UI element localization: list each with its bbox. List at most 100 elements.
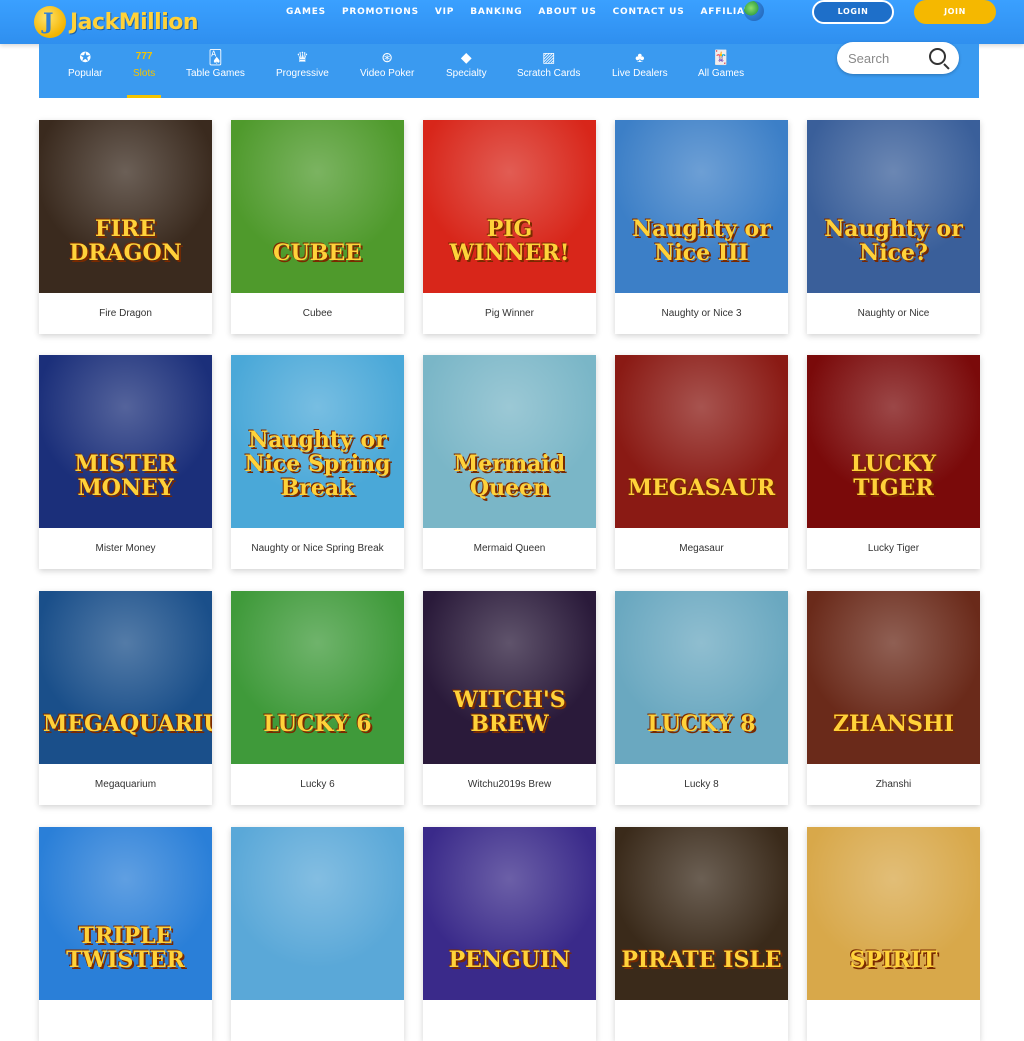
game-tile[interactable]: Naughty or Nice Spring Break Naughty or N… xyxy=(231,355,404,569)
game-thumbnail[interactable]: PIRATE ISLE xyxy=(615,827,788,1000)
game-art-title: LUCKY 6 xyxy=(263,711,372,737)
join-button[interactable]: JOIN xyxy=(914,0,996,24)
game-tile[interactable]: SPIRIT xyxy=(807,827,980,1041)
nav-banking[interactable]: BANKING xyxy=(470,7,522,17)
logo-icon xyxy=(34,6,66,38)
game-name[interactable]: Lucky 8 xyxy=(615,764,788,805)
category-specialty[interactable]: ◆ Specialty xyxy=(446,44,487,98)
category-all-games[interactable]: 🃏 All Games xyxy=(698,44,744,98)
game-name[interactable]: Naughty or Nice xyxy=(807,293,980,334)
game-tile[interactable]: PIRATE ISLE xyxy=(615,827,788,1041)
game-name[interactable]: Mister Money xyxy=(39,528,212,569)
game-thumbnail[interactable]: PENGUIN xyxy=(423,827,596,1000)
game-tile[interactable]: Naughty or Nice? Naughty or Nice xyxy=(807,120,980,334)
game-tile[interactable]: LUCKY 8 Lucky 8 xyxy=(615,591,788,805)
game-thumbnail[interactable]: Mermaid Queen xyxy=(423,355,596,528)
nav-games[interactable]: GAMES xyxy=(286,7,326,17)
game-thumbnail[interactable]: LUCKY 8 xyxy=(615,591,788,764)
game-tile[interactable]: LUCKY TIGER Lucky Tiger xyxy=(807,355,980,569)
chip-icon: ⊛ xyxy=(381,49,394,65)
game-thumbnail[interactable]: MEGAQUARIUM xyxy=(39,591,212,764)
nav-contact-us[interactable]: CONTACT US xyxy=(613,7,685,17)
game-tile[interactable]: WITCH'S BREW Witchu2019s Brew xyxy=(423,591,596,805)
language-globe-icon[interactable] xyxy=(744,1,764,21)
game-name[interactable] xyxy=(615,1000,788,1041)
category-video-poker[interactable]: ⊛ Video Poker xyxy=(360,44,414,98)
game-art-title: Naughty or Nice Spring Break xyxy=(244,427,391,501)
game-art-title: TRIPLE TWISTER xyxy=(66,923,185,973)
game-art-title: MEGAQUARIUM xyxy=(43,711,212,737)
nav-about-us[interactable]: ABOUT US xyxy=(538,7,596,17)
category-table-games[interactable]: 🂡 Table Games xyxy=(186,44,245,98)
game-tile[interactable]: MEGASAUR Megasaur xyxy=(615,355,788,569)
all-cards-icon: 🃏 xyxy=(712,49,730,65)
game-thumbnail[interactable]: LUCKY 6 xyxy=(231,591,404,764)
game-name[interactable]: Naughty or Nice 3 xyxy=(615,293,788,334)
game-thumbnail[interactable]: Naughty or Nice? xyxy=(807,120,980,293)
crown-icon: ♛ xyxy=(296,49,309,65)
game-name[interactable] xyxy=(231,1000,404,1041)
game-name[interactable] xyxy=(423,1000,596,1041)
game-tile[interactable]: MISTER MONEY Mister Money xyxy=(39,355,212,569)
game-tile[interactable]: PENGUIN xyxy=(423,827,596,1041)
game-thumbnail[interactable]: Naughty or Nice Spring Break xyxy=(231,355,404,528)
game-tile[interactable]: Mermaid Queen Mermaid Queen xyxy=(423,355,596,569)
game-art-title: PENGUIN xyxy=(448,947,571,973)
category-live-dealers[interactable]: ♣ Live Dealers xyxy=(612,44,668,98)
game-thumbnail[interactable] xyxy=(231,827,404,1000)
game-thumbnail[interactable]: LUCKY TIGER xyxy=(807,355,980,528)
game-art-title: Mermaid Queen xyxy=(453,451,566,501)
game-tile[interactable]: CUBEE Cubee xyxy=(231,120,404,334)
game-name[interactable]: Mermaid Queen xyxy=(423,528,596,569)
slots-777-icon: 777 xyxy=(135,51,153,62)
game-tile[interactable]: FIRE DRAGON Fire Dragon xyxy=(39,120,212,334)
game-name[interactable] xyxy=(39,1000,212,1041)
game-name[interactable]: Fire Dragon xyxy=(39,293,212,334)
category-progressive[interactable]: ♛ Progressive xyxy=(276,44,329,98)
category-slots[interactable]: 777 Slots xyxy=(126,44,162,98)
game-tile[interactable]: ZHANSHI Zhanshi xyxy=(807,591,980,805)
search-box xyxy=(837,42,959,74)
game-name[interactable]: Lucky 6 xyxy=(231,764,404,805)
game-thumbnail[interactable]: FIRE DRAGON xyxy=(39,120,212,293)
category-popular[interactable]: ✪ Popular xyxy=(68,44,102,98)
game-art-title: ZHANSHI xyxy=(833,711,954,737)
top-navigation-bar: JackMillion GAMES PROMOTIONS VIP BANKING… xyxy=(0,0,1024,44)
search-icon[interactable] xyxy=(929,48,946,65)
game-thumbnail[interactable]: PIG WINNER! xyxy=(423,120,596,293)
game-tile[interactable]: PIG WINNER! Pig Winner xyxy=(423,120,596,334)
search-input[interactable] xyxy=(848,48,928,68)
game-name[interactable]: Naughty or Nice Spring Break xyxy=(231,528,404,569)
game-tile[interactable]: Naughty or Nice III Naughty or Nice 3 xyxy=(615,120,788,334)
game-name[interactable]: Cubee xyxy=(231,293,404,334)
game-name[interactable]: Zhanshi xyxy=(807,764,980,805)
game-art-title: FIRE DRAGON xyxy=(69,216,182,266)
login-button[interactable]: LOGIN xyxy=(812,0,894,24)
main-nav: GAMES PROMOTIONS VIP BANKING ABOUT US CO… xyxy=(286,7,774,17)
game-tile[interactable]: TRIPLE TWISTER xyxy=(39,827,212,1041)
game-thumbnail[interactable]: TRIPLE TWISTER xyxy=(39,827,212,1000)
game-tile[interactable]: LUCKY 6 Lucky 6 xyxy=(231,591,404,805)
game-thumbnail[interactable]: ZHANSHI xyxy=(807,591,980,764)
game-thumbnail[interactable]: MEGASAUR xyxy=(615,355,788,528)
game-tile[interactable] xyxy=(231,827,404,1041)
game-thumbnail[interactable]: WITCH'S BREW xyxy=(423,591,596,764)
game-thumbnail[interactable]: Naughty or Nice III xyxy=(615,120,788,293)
game-art-title: Naughty or Nice? xyxy=(824,216,963,266)
brand-logo[interactable]: JackMillion xyxy=(34,4,199,40)
game-art-title: PIRATE ISLE xyxy=(621,947,782,973)
game-thumbnail[interactable]: SPIRIT xyxy=(807,827,980,1000)
game-name[interactable]: Pig Winner xyxy=(423,293,596,334)
game-tile[interactable]: MEGAQUARIUM Megaquarium xyxy=(39,591,212,805)
category-scratch-cards[interactable]: ▨ Scratch Cards xyxy=(517,44,580,98)
game-thumbnail[interactable]: MISTER MONEY xyxy=(39,355,212,528)
game-name[interactable]: Witchu2019s Brew xyxy=(423,764,596,805)
game-thumbnail[interactable]: CUBEE xyxy=(231,120,404,293)
dealer-icon: ♣ xyxy=(635,49,645,65)
game-name[interactable]: Megasaur xyxy=(615,528,788,569)
game-name[interactable]: Lucky Tiger xyxy=(807,528,980,569)
game-name[interactable] xyxy=(807,1000,980,1041)
nav-vip[interactable]: VIP xyxy=(435,7,454,17)
game-name[interactable]: Megaquarium xyxy=(39,764,212,805)
nav-promotions[interactable]: PROMOTIONS xyxy=(342,7,419,17)
